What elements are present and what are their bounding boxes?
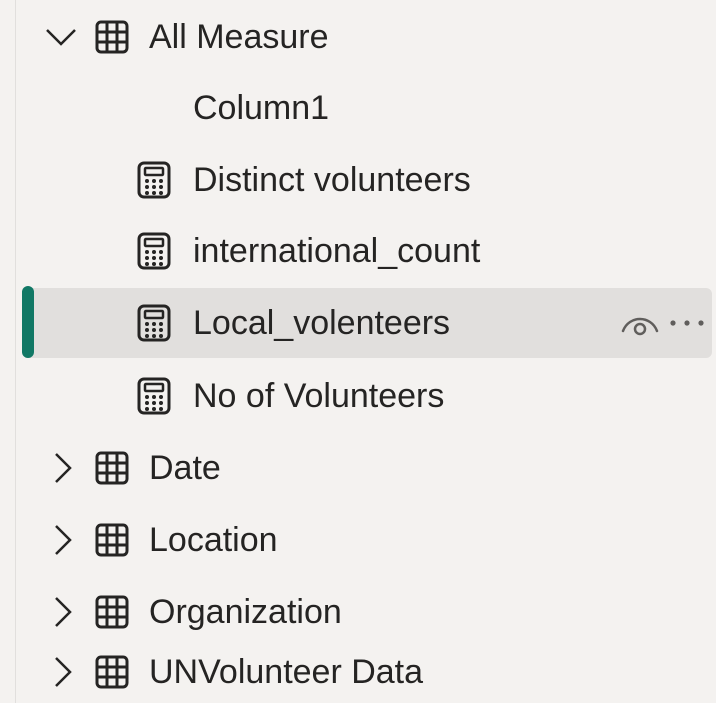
tree-item-location[interactable]: Location: [0, 509, 716, 571]
tree-item-label: UNVolunteer Data: [149, 653, 424, 691]
tree-item-organization[interactable]: Organization: [0, 581, 716, 643]
tree-item-distinct-volunteers[interactable]: Distinct volunteers: [0, 149, 716, 211]
row-actions: [620, 309, 706, 337]
table-icon: [95, 595, 129, 629]
tree-item-label: No of Volunteers: [193, 377, 445, 415]
tree-item-label: Distinct volunteers: [193, 161, 471, 199]
tree-item-local-volenteers[interactable]: Local_volenteers: [0, 292, 716, 354]
chevron-right-icon[interactable]: [52, 655, 74, 689]
chevron-right-icon[interactable]: [52, 523, 74, 557]
table-icon: [95, 451, 129, 485]
calculator-icon: [137, 161, 171, 199]
chevron-right-icon[interactable]: [52, 595, 74, 629]
tree-item-unvolunteer-data[interactable]: UNVolunteer Data: [0, 641, 716, 703]
table-icon: [95, 655, 129, 689]
tree-item-all-measure[interactable]: All Measure: [0, 6, 716, 68]
chevron-right-icon[interactable]: [52, 451, 74, 485]
table-icon: [95, 20, 129, 54]
fields-tree: All Measure Column1 Distinct volunteers …: [0, 0, 716, 703]
eye-icon[interactable]: [620, 309, 660, 337]
tree-item-international-count[interactable]: international_count: [0, 220, 716, 282]
tree-item-date[interactable]: Date: [0, 437, 716, 499]
calculator-icon: [137, 232, 171, 270]
tree-item-label: international_count: [193, 232, 481, 270]
tree-item-label: Local_volenteers: [193, 304, 451, 342]
table-icon: [95, 523, 129, 557]
calculator-icon: [137, 304, 171, 342]
tree-item-label: All Measure: [149, 18, 329, 56]
calculator-icon: [137, 377, 171, 415]
tree-item-label: Date: [149, 449, 221, 487]
more-options-icon[interactable]: [668, 318, 706, 328]
tree-item-column1[interactable]: Column1: [0, 77, 716, 139]
tree-item-label: Organization: [149, 593, 342, 631]
tree-item-label: Location: [149, 521, 278, 559]
chevron-down-icon[interactable]: [44, 26, 78, 48]
tree-item-no-of-volunteers[interactable]: No of Volunteers: [0, 365, 716, 427]
tree-item-label: Column1: [193, 89, 330, 127]
